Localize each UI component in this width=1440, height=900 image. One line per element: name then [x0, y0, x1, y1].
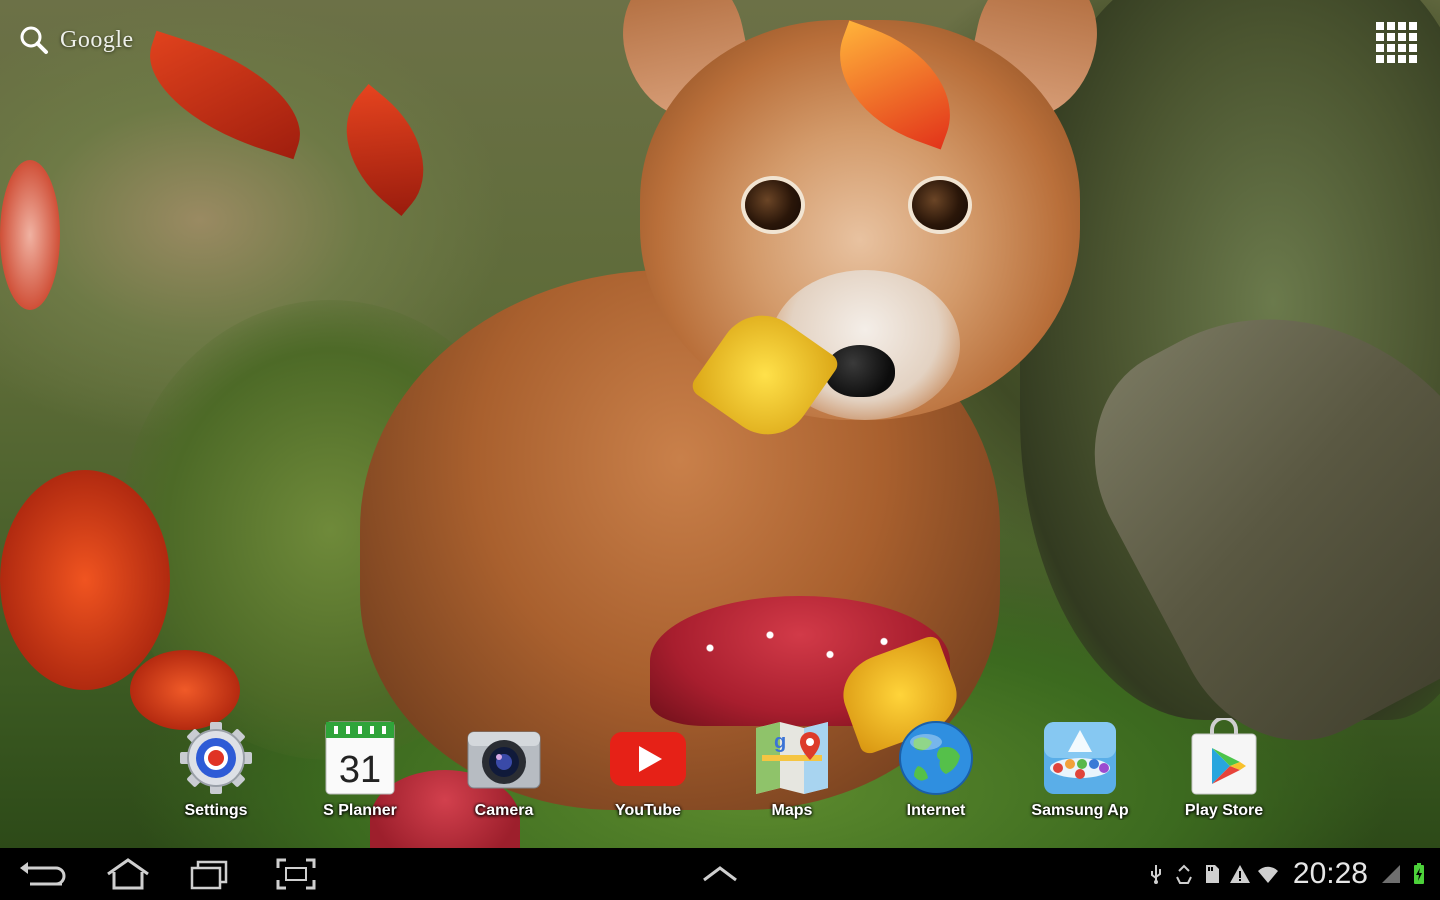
dock-label: Settings — [184, 802, 248, 819]
sd-card-icon — [1205, 865, 1219, 883]
app-samsung-apps[interactable]: Samsung Ap — [1016, 712, 1144, 832]
screenshot-icon — [276, 858, 316, 890]
usb-icon — [1150, 865, 1161, 884]
dock-label: Internet — [906, 802, 966, 819]
app-play-store[interactable]: Play Store — [1160, 712, 1288, 832]
calendar-icon: 31 — [320, 718, 400, 798]
app-camera[interactable]: Camera — [440, 712, 568, 832]
google-search-widget[interactable]: Google — [18, 22, 134, 58]
dock-label: Maps — [771, 802, 813, 819]
status-area[interactable]: 20:28 — [1145, 848, 1440, 900]
dock-label: Camera — [474, 802, 534, 819]
leaf — [0, 470, 170, 690]
dock-label: Samsung Ap — [1031, 802, 1129, 819]
app-internet[interactable]: Internet — [872, 712, 1000, 832]
calendar-date: 31 — [339, 749, 381, 791]
apps-grid-icon — [1376, 22, 1417, 63]
google-search-label: Google — [60, 26, 134, 53]
apps-button[interactable] — [1372, 18, 1418, 64]
clock: 20:28 — [1292, 857, 1368, 890]
dock-label: YouTube — [614, 802, 682, 819]
maps-icon: g — [752, 718, 832, 798]
recent-apps-icon — [190, 860, 228, 890]
search-icon — [18, 24, 50, 56]
recent-apps-button[interactable] — [184, 856, 240, 892]
back-icon — [20, 862, 66, 886]
navigation-bar: 20:28 — [0, 848, 1440, 900]
leaf — [0, 160, 60, 310]
app-maps[interactable]: g Maps — [728, 712, 856, 832]
chevron-up-icon — [703, 866, 737, 882]
app-dock: Settings 31 S Planner Camera YouTube g M… — [0, 712, 1440, 832]
app-s-planner[interactable]: 31 S Planner — [296, 712, 424, 832]
warning-icon — [1229, 865, 1250, 883]
screenshot-button[interactable] — [268, 856, 324, 892]
dock-label: S Planner — [323, 802, 397, 819]
leaf — [131, 30, 319, 160]
back-button[interactable] — [16, 856, 72, 892]
youtube-icon — [608, 718, 688, 798]
home-icon — [107, 858, 149, 890]
fox-eye-right — [912, 180, 968, 230]
settings-icon — [176, 718, 256, 798]
signal-icon — [1382, 865, 1400, 883]
play-store-icon — [1184, 716, 1264, 798]
leaf — [317, 84, 453, 216]
fox-nose — [825, 345, 895, 397]
camera-icon — [464, 718, 544, 798]
samsung-apps-icon — [1040, 718, 1120, 798]
battery-charging-icon — [1414, 863, 1424, 884]
home-button[interactable] — [100, 856, 156, 892]
wifi-icon — [1257, 866, 1278, 883]
app-youtube[interactable]: YouTube — [584, 712, 712, 832]
svg-text:g: g — [774, 731, 786, 753]
fox-eye-left — [745, 180, 801, 230]
app-tray-handle[interactable] — [692, 856, 748, 892]
dock-label: Play Store — [1184, 802, 1264, 819]
recycle-icon — [1176, 864, 1192, 884]
app-settings[interactable]: Settings — [152, 712, 280, 832]
globe-icon — [896, 718, 976, 798]
